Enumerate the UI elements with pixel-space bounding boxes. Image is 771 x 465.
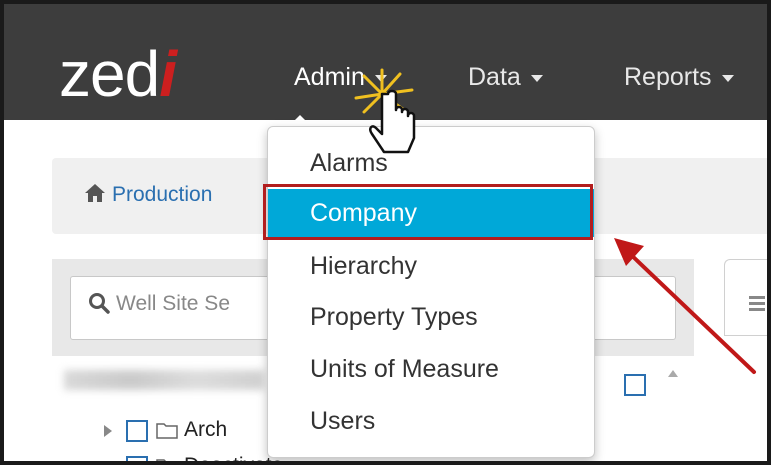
- pointer-hand-icon: [354, 68, 416, 154]
- nav-reports-label: Reports: [624, 63, 712, 91]
- screenshot-frame: zedi Admin Data Reports Production Well …: [0, 0, 771, 465]
- app-logo[interactable]: zedi: [59, 38, 177, 110]
- admin-dropdown-menu: Alarms Company Hierarchy Property Types …: [267, 126, 595, 458]
- search-icon: [89, 293, 110, 314]
- expand-icon[interactable]: [104, 425, 112, 437]
- expand-icon[interactable]: [104, 461, 112, 465]
- logo-main-text: zed: [59, 38, 160, 110]
- annotation-highlight-box: [263, 184, 593, 240]
- home-icon[interactable]: [84, 182, 106, 204]
- menu-item-hierarchy[interactable]: Hierarchy: [268, 242, 594, 290]
- tree-checkbox[interactable]: [126, 456, 148, 461]
- chevron-down-icon: [721, 74, 734, 82]
- menu-item-property-types[interactable]: Property Types: [268, 293, 594, 341]
- nav-reports[interactable]: Reports: [624, 62, 734, 92]
- folder-icon: [156, 459, 167, 461]
- annotation-arrow-icon: [614, 238, 756, 374]
- chevron-down-icon: [530, 74, 543, 82]
- nav-data[interactable]: Data: [468, 62, 543, 92]
- tree-row-label: Arch: [184, 418, 228, 441]
- menu-item-users[interactable]: Users: [268, 397, 594, 445]
- blurred-tree-heading: [64, 370, 264, 390]
- folder-icon: [156, 423, 178, 439]
- breadcrumb-link[interactable]: Production: [112, 182, 212, 208]
- tree-checkbox[interactable]: [126, 420, 148, 442]
- dropdown-caret: [289, 115, 311, 126]
- menu-item-units-of-measure[interactable]: Units of Measure: [268, 345, 594, 393]
- logo-accent-text: i: [159, 38, 177, 110]
- search-placeholder: Well Site Se: [116, 292, 230, 315]
- nav-data-label: Data: [468, 63, 521, 91]
